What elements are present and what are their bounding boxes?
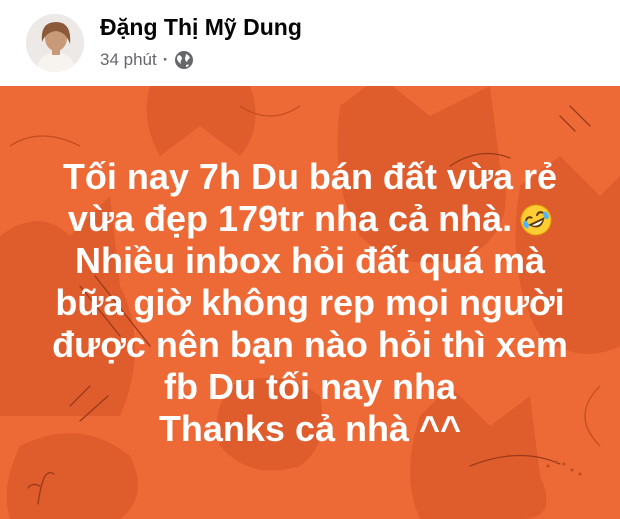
avatar[interactable] bbox=[26, 14, 84, 72]
meta-separator: · bbox=[162, 50, 169, 69]
post-time[interactable]: 34 phút bbox=[100, 50, 157, 70]
post-header: Đặng Thị Mỹ Dung 34 phút · bbox=[0, 0, 620, 86]
post-line: bữa giờ không rep mọi người bbox=[55, 282, 565, 323]
post-meta: 34 phút · bbox=[100, 50, 194, 70]
post-line: Tối nay 7h Du bán đất vừa rẻ bbox=[62, 156, 558, 197]
post-line: Thanks cả nhà ^^ bbox=[158, 408, 462, 449]
rolling-laughing-emoji-icon bbox=[520, 204, 552, 236]
post-line: được nên bạn nào hỏi thì xem bbox=[52, 324, 568, 365]
avatar-photo bbox=[26, 14, 84, 72]
post-line-text: vừa đẹp 179tr nha cả nhà. bbox=[67, 198, 513, 239]
post-background-card: Tối nay 7h Du bán đất vừa rẻ vừa đẹp 179… bbox=[0, 86, 620, 519]
post-line: fb Du tối nay nha bbox=[164, 366, 456, 407]
author-name[interactable]: Đặng Thị Mỹ Dung bbox=[100, 14, 302, 41]
post-line: vừa đẹp 179tr nha cả nhà. bbox=[0, 198, 620, 240]
post-text: Tối nay 7h Du bán đất vừa rẻ vừa đẹp 179… bbox=[0, 156, 620, 450]
post-line: Nhiều inbox hỏi đất quá mà bbox=[74, 240, 546, 281]
globe-icon[interactable] bbox=[174, 50, 194, 70]
